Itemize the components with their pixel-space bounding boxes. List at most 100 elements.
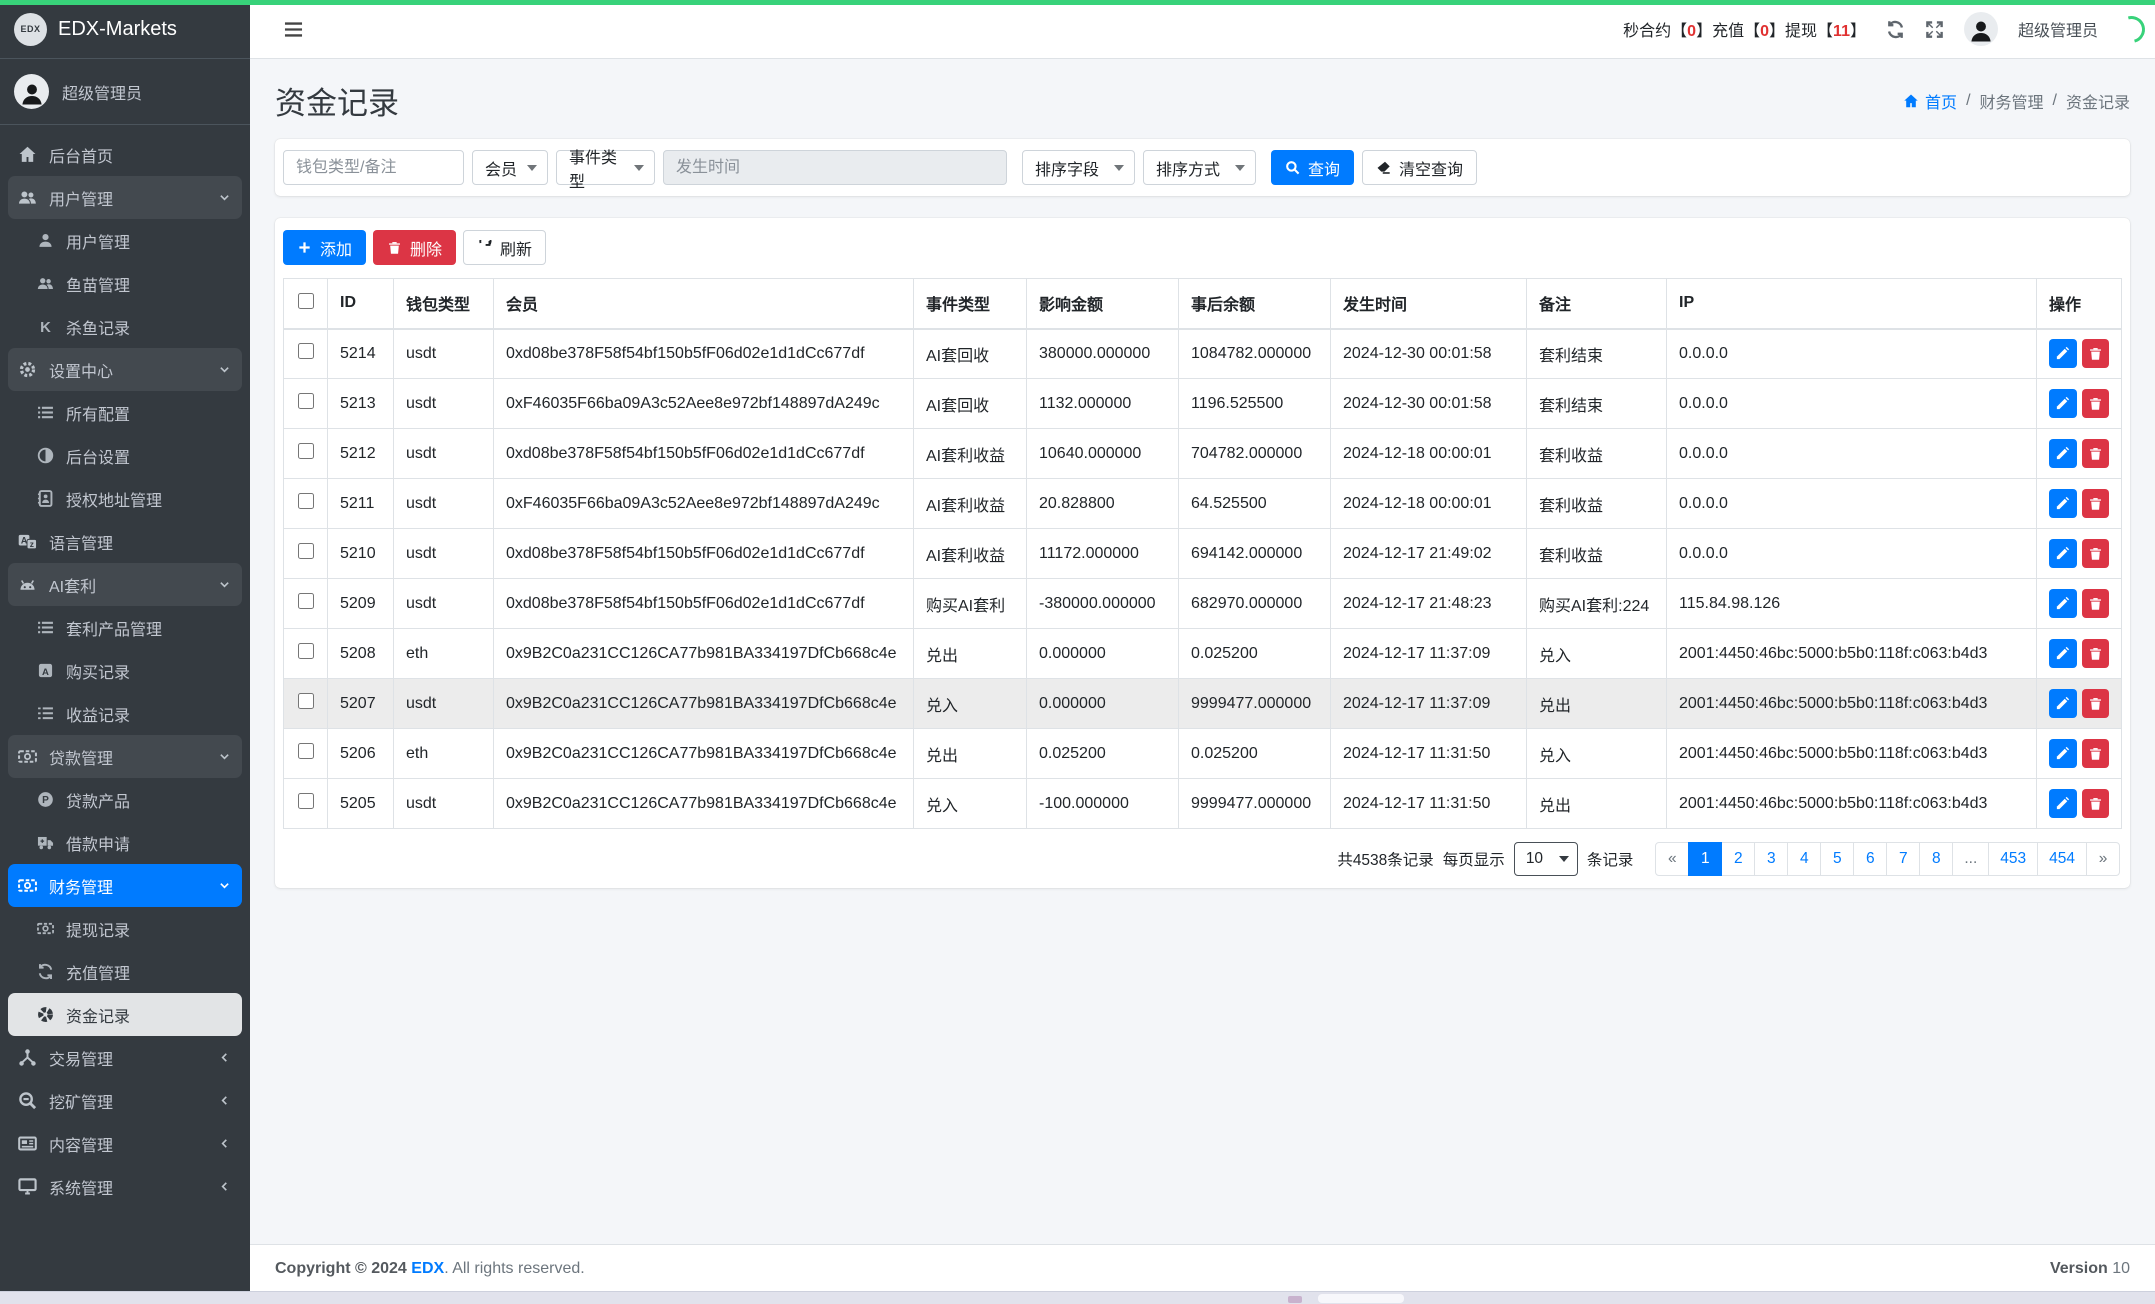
refresh-button[interactable]: 刷新 xyxy=(463,230,546,265)
delete-row-button[interactable] xyxy=(2082,489,2110,518)
sidebar-item-3[interactable]: 鱼苗管理 xyxy=(8,262,242,305)
brand[interactable]: EDX EDX-Markets xyxy=(0,0,250,59)
page-button-6[interactable]: 6 xyxy=(1853,842,1887,876)
edit-button[interactable] xyxy=(2049,339,2077,368)
edit-button[interactable] xyxy=(2049,439,2077,468)
fullscreen-icon[interactable] xyxy=(1925,20,1944,39)
sidebar-item-label: 借款申请 xyxy=(66,831,130,855)
add-button[interactable]: 添加 xyxy=(283,230,366,265)
sidebar-item-9[interactable]: Az语言管理 xyxy=(8,520,242,563)
sidebar-item-7[interactable]: 后台设置 xyxy=(8,434,242,477)
sidebar-item-14[interactable]: 贷款管理 xyxy=(8,735,242,778)
delete-row-button[interactable] xyxy=(2082,739,2110,768)
cell-event-type: 兑入 xyxy=(914,779,1027,829)
sidebar-item-19[interactable]: 充值管理 xyxy=(8,950,242,993)
sidebar-username: 超级管理员 xyxy=(62,80,142,104)
topbar-avatar[interactable] xyxy=(1964,12,1998,46)
row-checkbox[interactable] xyxy=(298,593,314,609)
wallet-type-note-input[interactable] xyxy=(283,150,464,185)
sidebar-item-24[interactable]: 系统管理 xyxy=(8,1165,242,1208)
page-button-5[interactable]: 5 xyxy=(1820,842,1854,876)
delete-row-button[interactable] xyxy=(2082,389,2110,418)
footer-brand-link[interactable]: EDX xyxy=(411,1260,444,1277)
sidebar-item-23[interactable]: 内容管理 xyxy=(8,1122,242,1165)
chevron-left-icon xyxy=(218,1094,231,1107)
row-checkbox[interactable] xyxy=(298,743,314,759)
delete-row-button[interactable] xyxy=(2082,589,2110,618)
event-type-select[interactable]: 事件类型 xyxy=(556,150,655,185)
search-button[interactable]: 查询 xyxy=(1271,150,1354,185)
row-checkbox[interactable] xyxy=(298,793,314,809)
cell-id: 5206 xyxy=(328,729,394,779)
edit-button[interactable] xyxy=(2049,589,2077,618)
row-checkbox[interactable] xyxy=(298,643,314,659)
page-button-8[interactable]: 8 xyxy=(1919,842,1953,876)
select-all-checkbox[interactable] xyxy=(298,293,314,309)
page-button-7[interactable]: 7 xyxy=(1886,842,1920,876)
row-checkbox[interactable] xyxy=(298,493,314,509)
delete-button[interactable]: 删除 xyxy=(373,230,456,265)
page-button-4[interactable]: 4 xyxy=(1787,842,1821,876)
sidebar-item-21[interactable]: 交易管理 xyxy=(8,1036,242,1079)
delete-row-button[interactable] xyxy=(2082,539,2110,568)
occur-time-input[interactable] xyxy=(663,150,1007,185)
sidebar-item-10[interactable]: AI套利 xyxy=(8,563,242,606)
sidebar-item-13[interactable]: 收益记录 xyxy=(8,692,242,735)
page-button-«[interactable]: « xyxy=(1655,842,1689,876)
delete-row-button[interactable] xyxy=(2082,789,2110,818)
sidebar-item-15[interactable]: P贷款产品 xyxy=(8,778,242,821)
sidebar-item-22[interactable]: 挖矿管理 xyxy=(8,1079,242,1122)
delete-row-button[interactable] xyxy=(2082,689,2110,718)
edit-button[interactable] xyxy=(2049,489,2077,518)
row-checkbox[interactable] xyxy=(298,693,314,709)
sidebar-item-2[interactable]: 用户管理 xyxy=(8,219,242,262)
edit-button[interactable] xyxy=(2049,789,2077,818)
edit-button[interactable] xyxy=(2049,639,2077,668)
page-title: 资金记录 xyxy=(275,78,399,123)
sidebar-item-16[interactable]: 借款申请 xyxy=(8,821,242,864)
sidebar-item-17[interactable]: 财务管理 xyxy=(8,864,242,907)
page-button-»[interactable]: » xyxy=(2086,842,2120,876)
page-button-454[interactable]: 454 xyxy=(2037,842,2087,876)
sort-order-select[interactable]: 排序方式 xyxy=(1143,150,1256,185)
sidebar-item-5[interactable]: 设置中心 xyxy=(8,348,242,391)
row-checkbox[interactable] xyxy=(298,543,314,559)
sidebar-item-20[interactable]: 资金记录 xyxy=(8,993,242,1036)
page-button-...[interactable]: ... xyxy=(1952,842,1989,876)
sidebar-item-18[interactable]: 提现记录 xyxy=(8,907,242,950)
sort-field-select[interactable]: 排序字段 xyxy=(1022,150,1135,185)
sidebar-menu: 后台首页用户管理用户管理鱼苗管理K杀鱼记录设置中心所有配置后台设置授权地址管理A… xyxy=(0,125,250,1216)
delete-row-button[interactable] xyxy=(2082,639,2110,668)
cell-ip: 2001:4450:46bc:5000:b5b0:118f:c063:b4d3 xyxy=(1667,779,2037,829)
page-button-453[interactable]: 453 xyxy=(1988,842,2038,876)
sidebar-item-11[interactable]: 套利产品管理 xyxy=(8,606,242,649)
cell-member: 0x9B2C0a231CC126CA77b981BA334197DfCb668c… xyxy=(494,679,914,729)
breadcrumb-home-link[interactable]: 首页 xyxy=(1903,89,1957,113)
per-page-select[interactable]: 10 xyxy=(1514,842,1578,876)
refresh-icon[interactable] xyxy=(1886,20,1905,39)
sidebar-item-8[interactable]: 授权地址管理 xyxy=(8,477,242,520)
sidebar-item-12[interactable]: A购买记录 xyxy=(8,649,242,692)
member-select[interactable]: 会员 xyxy=(472,150,548,185)
row-checkbox[interactable] xyxy=(298,393,314,409)
delete-row-button[interactable] xyxy=(2082,339,2110,368)
topbar-username[interactable]: 超级管理员 xyxy=(2018,17,2098,41)
page-button-2[interactable]: 2 xyxy=(1721,842,1755,876)
sidebar-user-panel[interactable]: 超级管理员 xyxy=(0,59,250,125)
edit-button[interactable] xyxy=(2049,389,2077,418)
sidebar-item-4[interactable]: K杀鱼记录 xyxy=(8,305,242,348)
sidebar-item-0[interactable]: 后台首页 xyxy=(8,133,242,176)
hamburger-menu-icon[interactable] xyxy=(283,19,304,40)
edit-button[interactable] xyxy=(2049,539,2077,568)
row-checkbox[interactable] xyxy=(298,343,314,359)
sidebar-item-1[interactable]: 用户管理 xyxy=(8,176,242,219)
stat-秒合约: 秒合约【0】 xyxy=(1623,17,1712,41)
sidebar-item-6[interactable]: 所有配置 xyxy=(8,391,242,434)
edit-button[interactable] xyxy=(2049,689,2077,718)
page-button-3[interactable]: 3 xyxy=(1754,842,1788,876)
edit-button[interactable] xyxy=(2049,739,2077,768)
delete-row-button[interactable] xyxy=(2082,439,2110,468)
clear-search-button[interactable]: 清空查询 xyxy=(1362,150,1477,185)
page-button-1[interactable]: 1 xyxy=(1688,842,1722,876)
row-checkbox[interactable] xyxy=(298,443,314,459)
